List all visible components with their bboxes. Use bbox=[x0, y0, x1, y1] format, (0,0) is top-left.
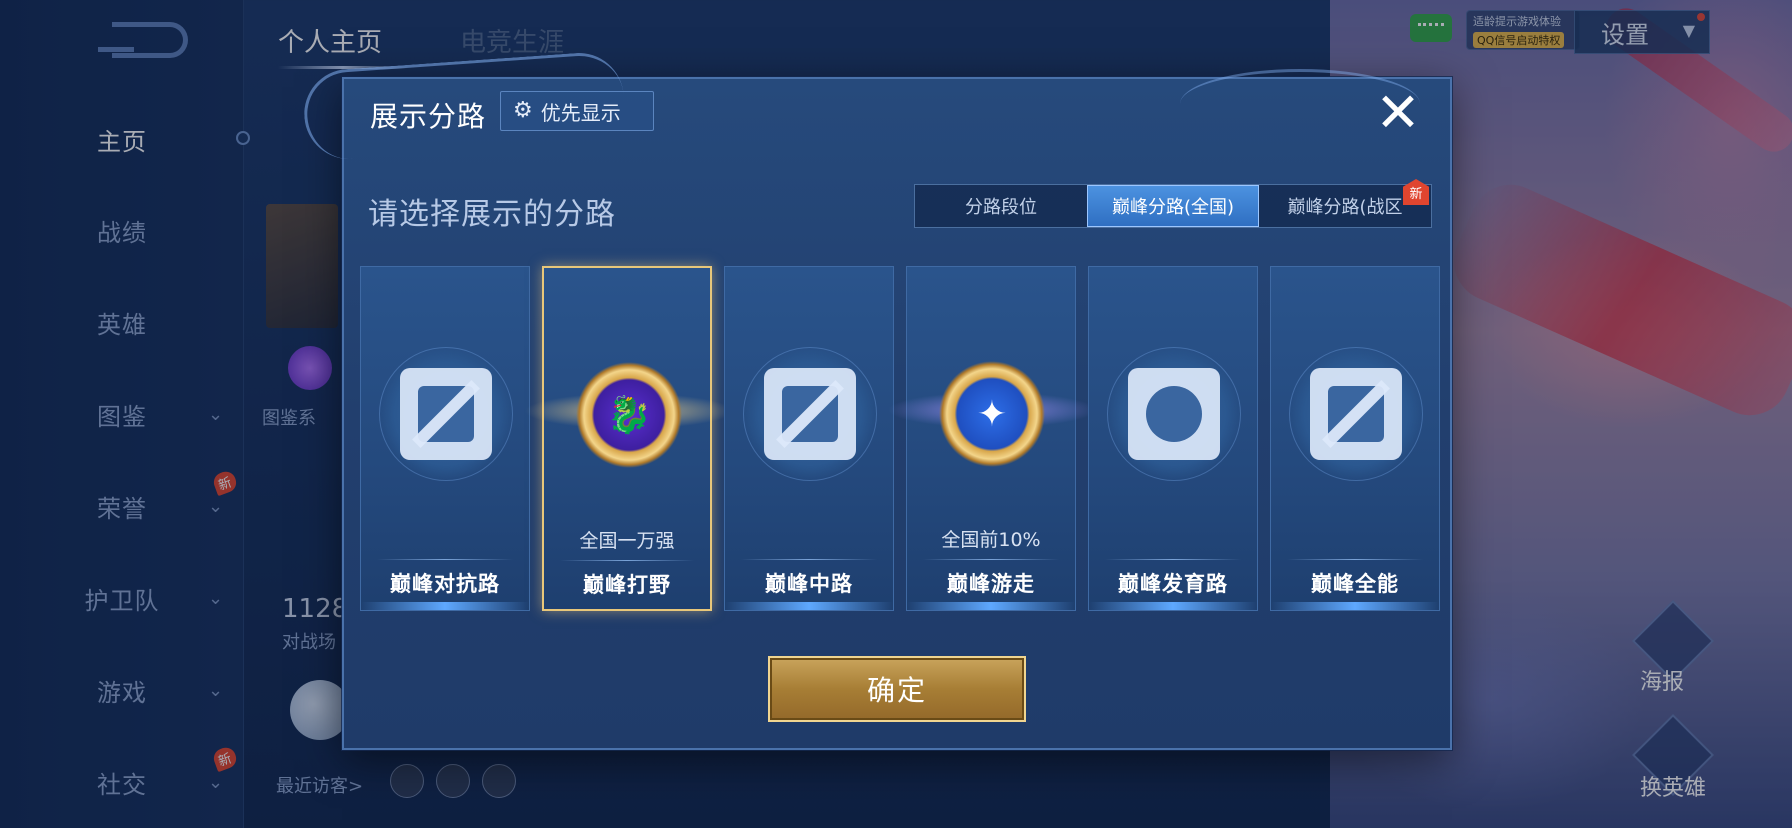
lane-card-clash[interactable]: 巅峰对抗路 bbox=[360, 266, 530, 611]
lane-card-mid[interactable]: 巅峰中路 bbox=[724, 266, 894, 611]
card-divider bbox=[923, 559, 1059, 560]
lane-display-dialog: 展示分路 ⚙ 优先显示 ✕ 请选择展示的分路 分路段位 巅峰分路(全国) 巅峰分… bbox=[301, 49, 1452, 750]
priority-display-button[interactable]: ⚙ 优先显示 bbox=[500, 91, 654, 131]
lane-card-all-round[interactable]: 巅峰全能 bbox=[1270, 266, 1440, 611]
rank-text: 全国一万强 bbox=[579, 530, 675, 552]
tab-label: 巅峰分路(战区 bbox=[1287, 197, 1403, 218]
farm-lane-icon bbox=[1128, 368, 1220, 460]
card-label: 巅峰打野 bbox=[583, 573, 671, 597]
close-icon: ✕ bbox=[1375, 81, 1421, 144]
card-divider bbox=[560, 560, 694, 561]
gear-icon: ⚙ bbox=[513, 98, 533, 123]
card-glow bbox=[907, 602, 1075, 610]
card-label: 巅峰游走 bbox=[947, 572, 1035, 596]
card-glow bbox=[1089, 602, 1257, 610]
card-label: 巅峰中路 bbox=[765, 572, 853, 596]
close-button[interactable]: ✕ bbox=[1368, 83, 1428, 143]
lane-type-tabs: 分路段位 巅峰分路(全国) 巅峰分路(战区 新 bbox=[914, 179, 1432, 228]
card-divider bbox=[1105, 559, 1241, 560]
icon-cutout bbox=[1146, 386, 1202, 442]
dragon-icon: 🐉 bbox=[606, 395, 652, 436]
new-badge: 新 bbox=[1403, 179, 1429, 205]
jungle-medal-icon: 🐉 bbox=[574, 360, 684, 470]
lane-card-jungle[interactable]: 🐉 全国一万强 巅峰打野 bbox=[524, 266, 734, 611]
card-glow bbox=[361, 602, 529, 610]
lane-card-farm[interactable]: 巅峰发育路 bbox=[1088, 266, 1258, 611]
card-glow bbox=[1271, 602, 1439, 610]
card-glow bbox=[725, 602, 893, 610]
card-divider bbox=[377, 559, 513, 560]
clash-lane-icon bbox=[400, 368, 492, 460]
card-divider bbox=[741, 559, 877, 560]
priority-label: 优先显示 bbox=[540, 100, 621, 125]
mid-lane-icon bbox=[764, 368, 856, 460]
card-label: 巅峰发育路 bbox=[1118, 572, 1228, 596]
roam-medal-icon: ✦ bbox=[937, 359, 1047, 469]
tab-label: 巅峰分路(全国) bbox=[1111, 197, 1235, 218]
card-label: 巅峰全能 bbox=[1311, 572, 1399, 596]
card-divider bbox=[1287, 559, 1423, 560]
lane-card-roam[interactable]: ✦ 全国前10% 巅峰游走 bbox=[887, 266, 1097, 611]
card-label: 巅峰对抗路 bbox=[390, 572, 500, 596]
confirm-label: 确定 bbox=[866, 674, 927, 707]
tab-label: 分路段位 bbox=[965, 197, 1037, 218]
tab-lane-rank[interactable]: 分路段位 bbox=[915, 185, 1087, 227]
dialog-subtitle: 请选择展示的分路 bbox=[368, 197, 616, 232]
wings-icon: ✦ bbox=[976, 393, 1008, 435]
tab-peak-region[interactable]: 巅峰分路(战区 新 bbox=[1259, 179, 1431, 227]
confirm-button[interactable]: 确定 bbox=[768, 656, 1026, 722]
rank-text: 全国前10% bbox=[941, 529, 1041, 551]
all-round-icon bbox=[1310, 368, 1402, 460]
lane-cards: 巅峰对抗路 🐉 全国一万强 巅峰打野 巅峰中路 ✦ 全国前10% 巅峰游走 巅峰… bbox=[360, 266, 1440, 611]
dialog-title: 展示分路 bbox=[370, 100, 487, 133]
tab-peak-national[interactable]: 巅峰分路(全国) bbox=[1087, 185, 1259, 227]
